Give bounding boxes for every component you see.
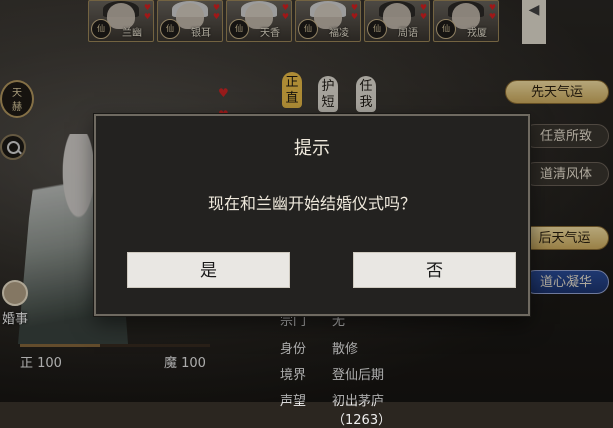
confirm-dialog: 提示 现在和兰幽开始结婚仪式吗？ 是 否 (94, 114, 530, 316)
confirm-yes-button[interactable]: 是 (127, 252, 290, 288)
confirm-no-button[interactable]: 否 (353, 252, 516, 288)
dialog-message: 现在和兰幽开始结婚仪式吗？ (207, 194, 416, 213)
dialog-title: 提示 (294, 138, 330, 159)
